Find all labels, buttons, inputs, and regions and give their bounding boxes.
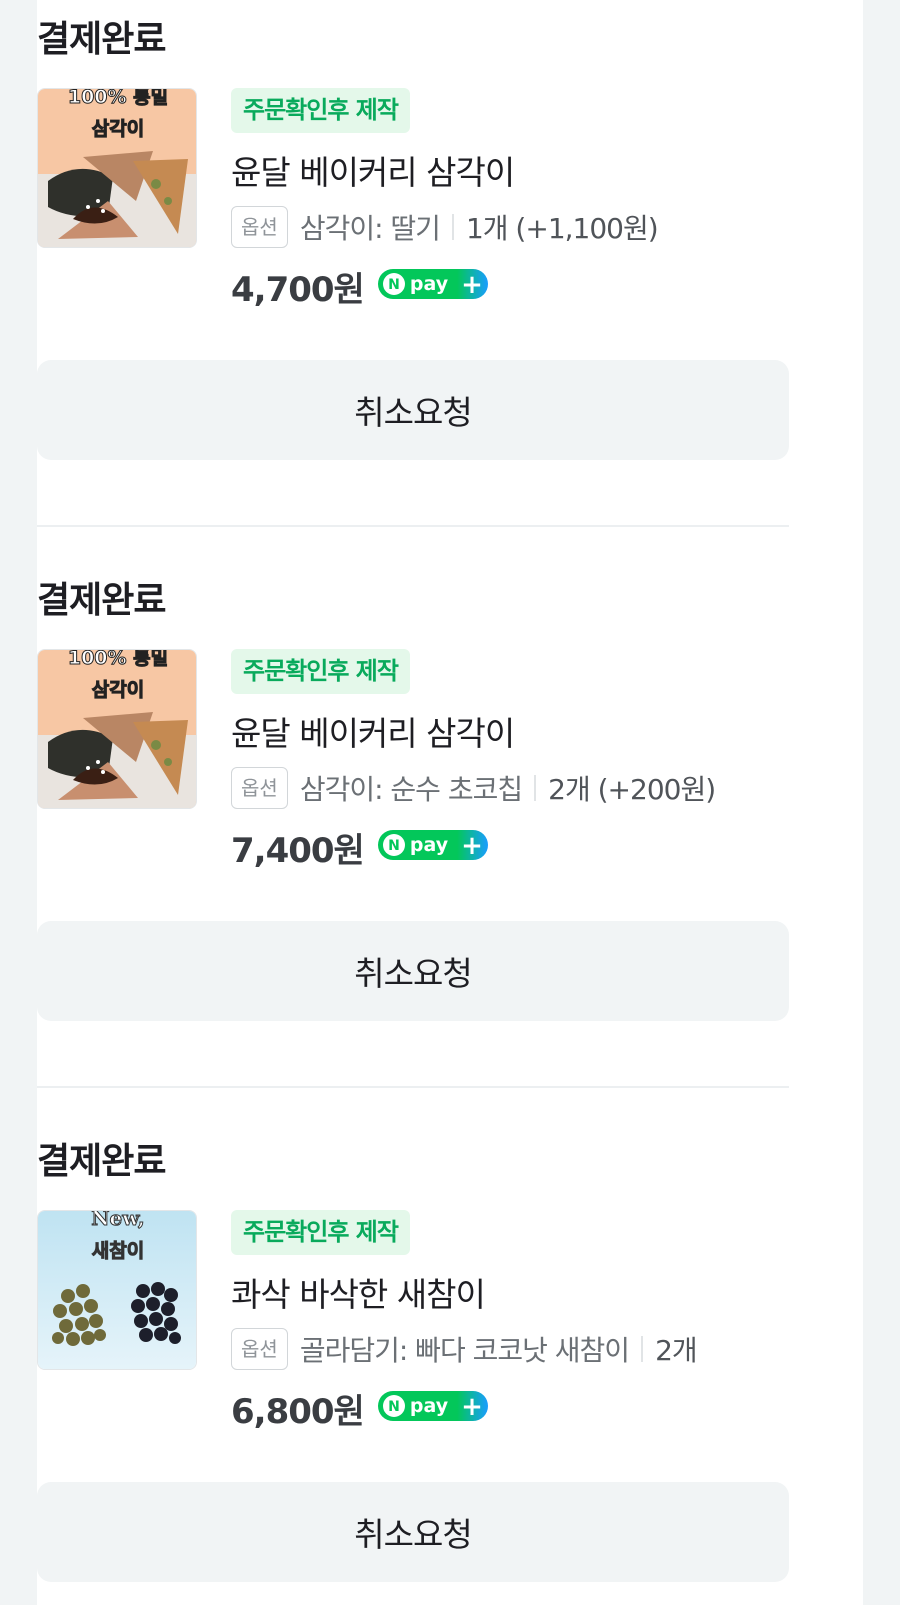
order-price: 6,800원 [231,1391,365,1432]
svg-text:+: + [461,270,483,300]
product-thumbnail[interactable]: 100% 통밀 삼각이 [37,649,197,809]
thumbnail-text: 100% 통밀 [68,89,168,108]
cancel-request-button[interactable]: 취소요청 [37,921,789,1021]
option-tag: 옵션 [231,767,288,809]
option-text: 골라담기: 빠다 코코낫 새참이 [299,1334,630,1367]
order-price: 7,400원 [231,830,365,871]
option-row: 옵션 삼각이: 순수 초코칩 2개 (+200원) [231,766,716,810]
section-divider [37,1086,789,1088]
option-quantity: 1개 (+1,100원) [465,212,659,245]
product-thumbnail[interactable]: 100% 통밀 삼각이 [37,88,197,248]
svg-text:N: N [388,1399,400,1415]
thumbnail-text: 100% 통밀 [68,650,168,669]
order-status: 결제완료 [37,580,166,621]
thumbnail-text: 새참이 [92,1240,144,1262]
npay-plus-icon: N pay + [377,1390,488,1426]
option-separator [534,775,537,801]
price-row: 4,700원 N pay + [231,262,488,310]
option-quantity: 2개 [655,1334,698,1367]
made-to-order-badge: 주문확인후 제작 [231,88,410,133]
npay-plus-icon: N pay + [377,268,488,304]
svg-text:N: N [388,838,400,854]
order-status: 결제완료 [37,1141,166,1182]
option-tag: 옵션 [231,1328,288,1370]
option-separator [451,214,454,240]
svg-text:+: + [461,831,483,861]
svg-text:+: + [461,1392,483,1422]
option-quantity: 2개 (+200원) [548,773,716,806]
option-row: 옵션 삼각이: 딸기 1개 (+1,100원) [231,205,659,249]
cancel-request-button[interactable]: 취소요청 [37,1482,789,1582]
npay-plus-icon: N pay + [377,829,488,865]
option-separator [641,1336,644,1362]
thumbnail-text: 삼각이 [92,679,144,701]
product-name[interactable]: 윤달 베이커리 삼각이 [231,707,515,755]
option-text: 삼각이: 순수 초코칩 [299,773,523,806]
price-row: 7,400원 N pay + [231,823,488,871]
product-name[interactable]: 콰삭 바삭한 새참이 [231,1268,486,1316]
price-row: 6,800원 N pay + [231,1384,488,1432]
made-to-order-badge: 주문확인후 제작 [231,649,410,694]
svg-text:N: N [388,277,400,293]
svg-text:pay: pay [410,273,449,295]
cancel-request-button[interactable]: 취소요청 [37,360,789,460]
order-status: 결제완료 [37,19,166,60]
order-price: 4,700원 [231,269,365,310]
svg-text:pay: pay [410,1395,449,1417]
svg-text:pay: pay [410,834,449,856]
thumbnail-text: New, [91,1211,145,1230]
option-tag: 옵션 [231,206,288,248]
product-name[interactable]: 윤달 베이커리 삼각이 [231,146,515,194]
section-divider [37,525,789,527]
option-row: 옵션 골라담기: 빠다 코코낫 새참이 2개 [231,1327,698,1371]
option-text: 삼각이: 딸기 [299,212,441,245]
made-to-order-badge: 주문확인후 제작 [231,1210,410,1255]
thumbnail-text: 삼각이 [92,118,144,140]
product-thumbnail[interactable]: New, 새참이 [37,1210,197,1370]
